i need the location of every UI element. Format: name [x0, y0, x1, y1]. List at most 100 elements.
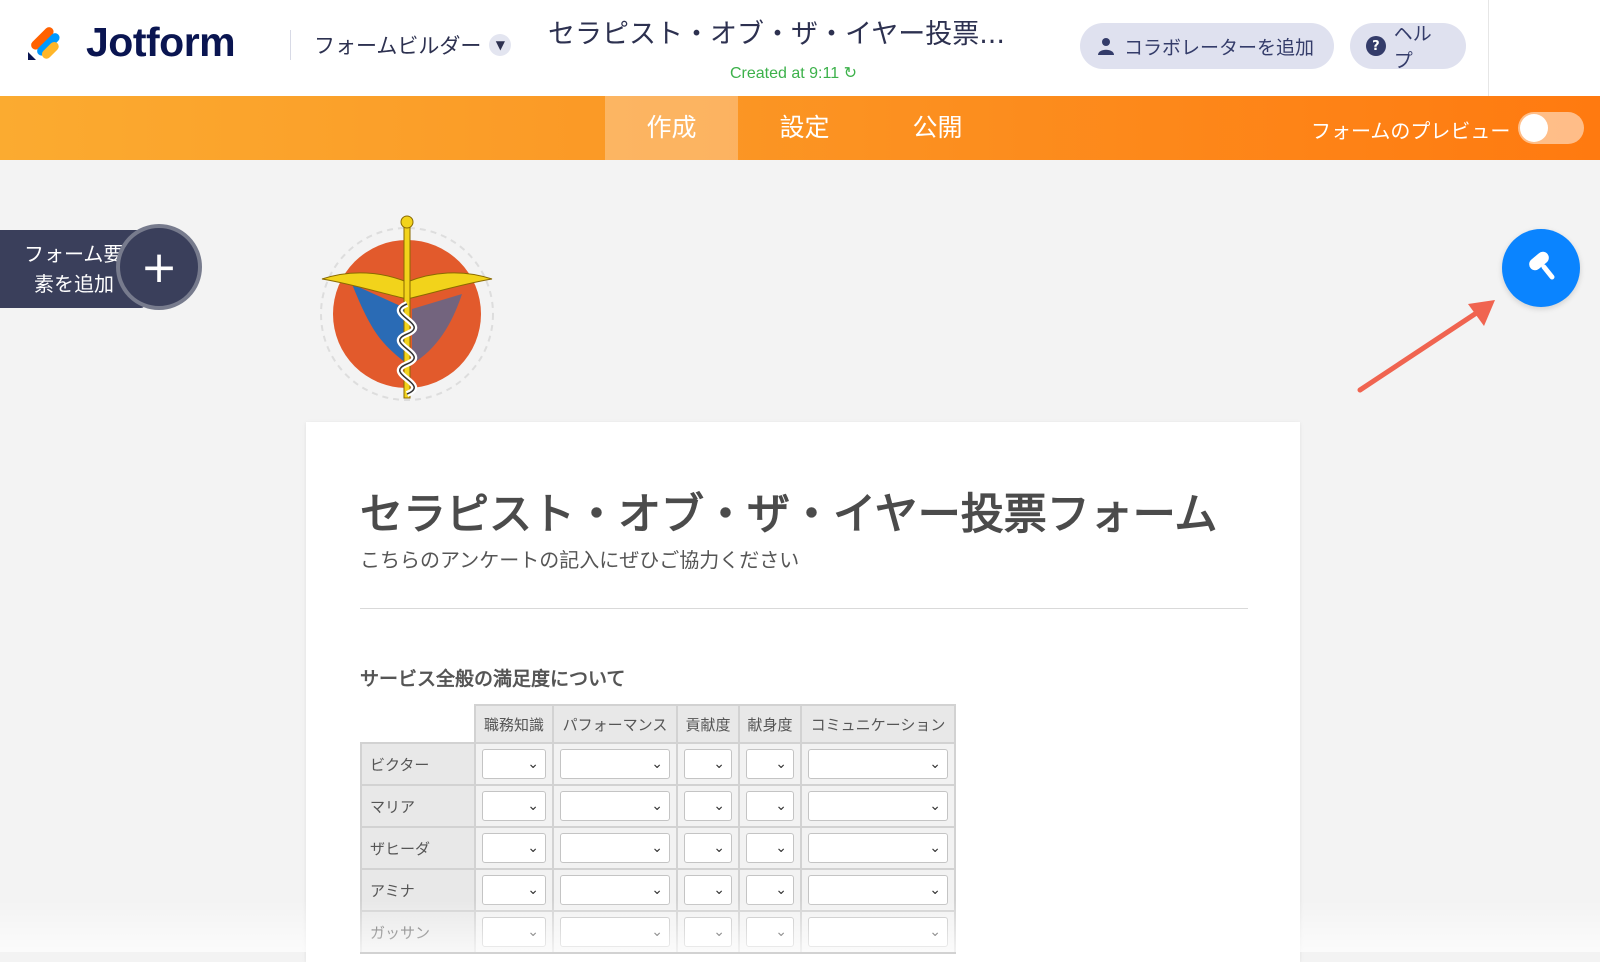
table-row: アミナ ⌄ ⌄ ⌄ ⌄ ⌄: [360, 868, 956, 912]
table-row: ガッサン ⌄ ⌄ ⌄ ⌄ ⌄: [360, 910, 956, 954]
user-icon: [1096, 36, 1116, 56]
form-subheading[interactable]: こちらのアンケートの記入にぜひご協力ください: [360, 544, 799, 573]
dropdown-select[interactable]: ⌄: [560, 833, 670, 863]
paint-roller-icon: [1522, 247, 1560, 289]
row-header: ビクター: [360, 742, 476, 786]
chevron-down-icon: ⌄: [651, 840, 663, 856]
chevron-down-icon: ⌄: [775, 882, 787, 898]
table-row: ビクター ⌄ ⌄ ⌄ ⌄ ⌄: [360, 742, 956, 786]
help-button[interactable]: ? ヘルプ: [1350, 23, 1466, 72]
chevron-down-icon: ⌄: [929, 756, 941, 772]
plus-icon[interactable]: +: [116, 224, 202, 310]
divider: [360, 608, 1248, 609]
jotform-logo[interactable]: Jotform: [24, 18, 236, 66]
chevron-down-icon: ⌄: [775, 924, 787, 940]
column-header: 職務知識: [474, 704, 554, 744]
add-collaborator-button[interactable]: コラボレーターを追加: [1080, 23, 1334, 69]
brand-name: Jotform: [86, 18, 236, 65]
row-header: マリア: [360, 784, 476, 828]
dropdown-select[interactable]: ⌄: [684, 917, 732, 947]
dropdown-select[interactable]: ⌄: [746, 749, 794, 779]
table-row: マリア ⌄ ⌄ ⌄ ⌄ ⌄: [360, 784, 956, 828]
form-builder-menu[interactable]: フォームビルダー ▼: [314, 30, 512, 60]
add-form-element-label-line1: フォーム要: [24, 242, 124, 266]
form-logo-image[interactable]: [312, 214, 502, 408]
column-header: コミュニケーション: [800, 704, 956, 744]
question-circle-icon: ?: [1366, 36, 1386, 56]
divider: [1488, 0, 1489, 96]
created-status: Created at 9:11 ↻: [730, 63, 857, 83]
tab-settings[interactable]: 設定: [738, 96, 871, 160]
chevron-down-icon: ⌄: [651, 798, 663, 814]
dropdown-select[interactable]: ⌄: [746, 833, 794, 863]
dropdown-select[interactable]: ⌄: [560, 917, 670, 947]
form-heading[interactable]: セラピスト・オブ・ザ・イヤー投票フォーム: [360, 480, 1217, 542]
dropdown-select[interactable]: ⌄: [808, 791, 948, 821]
dropdown-select[interactable]: ⌄: [808, 875, 948, 905]
input-table: 職務知識 パフォーマンス 貢献度 献身度 コミュニケーション ビクター ⌄ ⌄ …: [360, 704, 956, 954]
top-bar: Jotform フォームビルダー ▼ セラピスト・オブ・ザ・イヤー投票... C…: [0, 0, 1600, 97]
dropdown-select[interactable]: ⌄: [808, 749, 948, 779]
row-header: アミナ: [360, 868, 476, 912]
chevron-down-icon: ⌄: [713, 882, 725, 898]
chevron-down-icon: ⌄: [527, 756, 539, 772]
chevron-down-icon: ▼: [489, 34, 512, 56]
dropdown-select[interactable]: ⌄: [746, 875, 794, 905]
tab-publish[interactable]: 公開: [871, 96, 1004, 160]
add-form-element-label-line2: 素を追加: [34, 272, 114, 296]
dropdown-select[interactable]: ⌄: [684, 791, 732, 821]
dropdown-select[interactable]: ⌄: [560, 791, 670, 821]
toggle-knob: [1520, 114, 1548, 142]
chevron-down-icon: ⌄: [713, 924, 725, 940]
form-preview-toggle[interactable]: [1518, 112, 1584, 144]
form-title-header[interactable]: セラピスト・オブ・ザ・イヤー投票...: [548, 12, 1048, 51]
add-collaborator-label: コラボレーターを追加: [1124, 36, 1315, 59]
dropdown-select[interactable]: ⌄: [482, 917, 546, 947]
dropdown-select[interactable]: ⌄: [808, 917, 948, 947]
table-header-row: 職務知識 パフォーマンス 貢献度 献身度 コミュニケーション: [361, 704, 956, 744]
dropdown-select[interactable]: ⌄: [482, 749, 546, 779]
dropdown-select[interactable]: ⌄: [482, 791, 546, 821]
dropdown-select[interactable]: ⌄: [560, 749, 670, 779]
form-designer-button[interactable]: [1502, 229, 1580, 307]
dropdown-select[interactable]: ⌄: [482, 833, 546, 863]
chevron-down-icon: ⌄: [651, 882, 663, 898]
chevron-down-icon: ⌄: [929, 882, 941, 898]
chevron-down-icon: ⌄: [929, 924, 941, 940]
row-header: ガッサン: [360, 910, 476, 954]
dropdown-select[interactable]: ⌄: [808, 833, 948, 863]
dropdown-select[interactable]: ⌄: [746, 791, 794, 821]
builder-nav-bar: 作成 設定 公開 フォームのプレビュー: [0, 96, 1600, 160]
help-label: ヘルプ: [1393, 23, 1432, 72]
dropdown-select[interactable]: ⌄: [560, 875, 670, 905]
chevron-down-icon: ⌄: [527, 882, 539, 898]
column-header: パフォーマンス: [552, 704, 678, 744]
refresh-icon: ↻: [843, 65, 857, 82]
chevron-down-icon: ⌄: [527, 798, 539, 814]
form-preview-label: フォームのプレビュー: [1311, 119, 1511, 143]
add-form-element-label: フォーム要 素を追加: [24, 239, 123, 299]
divider: [290, 30, 291, 60]
tab-build[interactable]: 作成: [605, 96, 738, 160]
chevron-down-icon: ⌄: [713, 756, 725, 772]
created-status-text: Created at 9:11: [730, 65, 840, 82]
form-builder-label: フォームビルダー: [314, 34, 482, 58]
chevron-down-icon: ⌄: [929, 798, 941, 814]
jotform-logo-icon: [28, 27, 60, 60]
chevron-down-icon: ⌄: [775, 840, 787, 856]
table-row: ザヒーダ ⌄ ⌄ ⌄ ⌄ ⌄: [360, 826, 956, 870]
dropdown-select[interactable]: ⌄: [482, 875, 546, 905]
column-header: 貢献度: [676, 704, 740, 744]
dropdown-select[interactable]: ⌄: [746, 917, 794, 947]
dropdown-select[interactable]: ⌄: [684, 749, 732, 779]
dropdown-select[interactable]: ⌄: [684, 875, 732, 905]
dropdown-select[interactable]: ⌄: [684, 833, 732, 863]
table-corner: [361, 705, 475, 743]
chevron-down-icon: ⌄: [527, 924, 539, 940]
chevron-down-icon: ⌄: [527, 840, 539, 856]
form-card: セラピスト・オブ・ザ・イヤー投票フォーム こちらのアンケートの記入にぜひご協力く…: [306, 422, 1300, 962]
chevron-down-icon: ⌄: [651, 756, 663, 772]
matrix-question-label[interactable]: サービス全般の満足度について: [360, 664, 625, 691]
chevron-down-icon: ⌄: [775, 756, 787, 772]
chevron-down-icon: ⌄: [929, 840, 941, 856]
